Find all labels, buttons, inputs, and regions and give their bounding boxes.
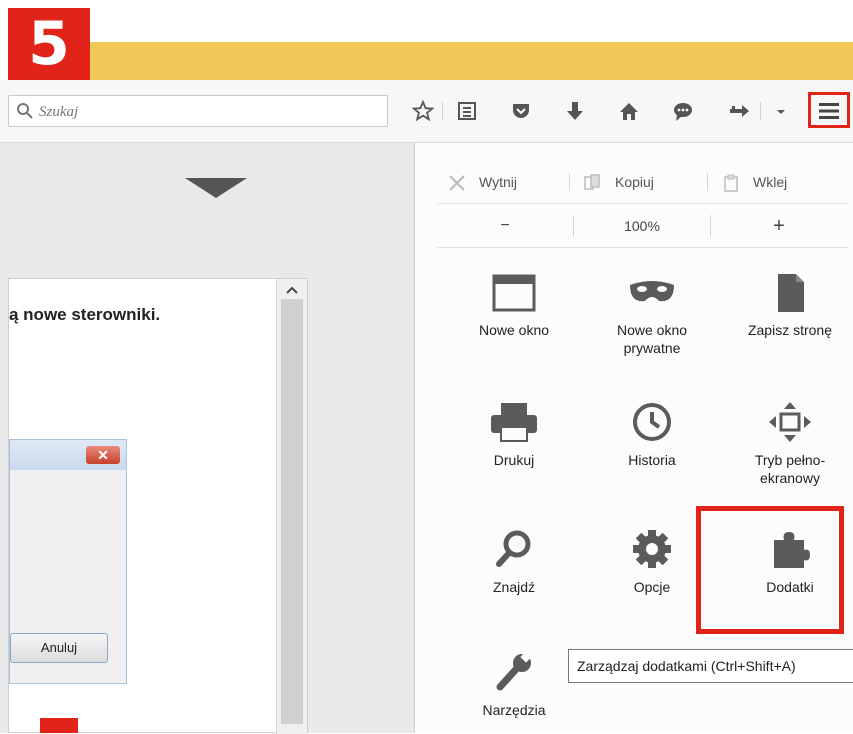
mask-icon	[630, 281, 674, 302]
cut-label: Wytnij	[479, 174, 517, 190]
tools-label: Narzędzia	[482, 702, 546, 718]
close-button[interactable]: ✕	[86, 446, 120, 464]
download-icon[interactable]	[564, 100, 586, 122]
open-menu-button[interactable]	[808, 92, 850, 128]
window-icon	[492, 274, 536, 312]
zoom-in-button[interactable]: +	[711, 209, 847, 243]
history-button[interactable]: Historia	[587, 401, 717, 469]
cut-button[interactable]: Wytnij	[447, 165, 517, 199]
find-button[interactable]: Znajdź	[449, 528, 579, 596]
step-number-badge: 5	[8, 8, 90, 80]
clock-icon	[633, 403, 671, 441]
addons-tooltip: Zarządzaj dodatkami (Ctrl+Shift+A)	[568, 649, 853, 683]
print-button[interactable]: Drukuj	[449, 401, 579, 469]
toolbar-separator	[760, 102, 761, 120]
clipboard-icon	[724, 174, 738, 193]
menu-divider	[437, 247, 849, 248]
wrench-icon	[496, 651, 532, 691]
paste-label: Wklej	[753, 174, 788, 190]
reading-list-icon[interactable]	[456, 100, 478, 122]
paste-button[interactable]: Wklej	[721, 165, 787, 199]
scrollbar-thumb[interactable]	[281, 299, 303, 724]
star-icon[interactable]	[412, 100, 434, 122]
magnifier-icon	[496, 530, 531, 567]
fullscreen-button[interactable]: Tryb pełno-ekranowy	[725, 401, 853, 487]
zoom-out-button[interactable]: −	[437, 209, 573, 243]
chat-icon[interactable]	[672, 100, 694, 122]
copy-icon	[584, 174, 600, 191]
extension-icon[interactable]	[728, 100, 750, 122]
addons-highlight-frame	[696, 506, 844, 634]
search-icon	[17, 103, 33, 119]
pocket-icon[interactable]	[510, 100, 532, 122]
edit-controls: Wytnij Kopiuj Wklej	[437, 165, 847, 199]
search-input[interactable]	[37, 99, 381, 125]
new-window-button[interactable]: Nowe okno	[449, 273, 579, 339]
hamburger-menu-icon	[819, 103, 839, 119]
zoom-reset-button[interactable]: 100%	[574, 209, 710, 243]
zoom-controls: − 100% +	[437, 209, 849, 243]
fullscreen-icon	[769, 402, 811, 442]
save-page-button[interactable]: Zapisz stronę	[725, 273, 853, 339]
search-box[interactable]	[8, 95, 388, 127]
edit-separator	[569, 173, 570, 191]
gear-icon	[633, 530, 671, 568]
home-icon[interactable]	[618, 100, 640, 122]
page-icon	[778, 274, 804, 312]
driver-dialog: ą nowe sterowniki. ✕ Anuluj	[8, 278, 308, 734]
find-label: Znajdź	[492, 579, 536, 595]
options-label: Opcje	[633, 579, 671, 595]
dropdown-arrow-icon[interactable]	[770, 100, 792, 122]
browser-toolbar	[0, 80, 853, 143]
history-label: Historia	[628, 452, 676, 468]
sub-dialog-window: ✕ Anuluj	[9, 439, 127, 684]
cancel-button[interactable]: Anuluj	[10, 633, 108, 663]
new-window-label: Nowe okno	[478, 322, 550, 338]
app-menu-panel: Wytnij Kopiuj Wklej − 100% + Nowe okno N…	[414, 143, 853, 733]
copy-label: Kopiuj	[615, 174, 654, 190]
edit-separator	[707, 173, 708, 191]
menu-divider	[437, 203, 849, 204]
dialog-scrollbar[interactable]	[276, 279, 307, 734]
tab-strip	[90, 42, 853, 80]
copy-button[interactable]: Kopiuj	[583, 165, 654, 199]
print-label: Drukuj	[493, 452, 535, 468]
sub-dialog-titlebar: ✕	[10, 440, 126, 470]
tools-button[interactable]: Narzędzia	[449, 651, 579, 719]
fullscreen-label: Tryb pełno-ekranowy	[754, 452, 826, 486]
scissors-icon	[449, 175, 465, 192]
taskbar-fragment	[40, 718, 78, 733]
save-page-label: Zapisz stronę	[747, 322, 833, 338]
printer-icon	[491, 403, 537, 442]
new-private-window-label: Nowe okno prywatne	[616, 322, 688, 356]
dialog-title: ą nowe sterowniki.	[9, 305, 161, 324]
page-decoration-shape	[185, 178, 247, 198]
scroll-up-icon[interactable]	[285, 285, 299, 295]
new-private-window-button[interactable]: Nowe okno prywatne	[587, 273, 717, 357]
toolbar-separator	[442, 102, 443, 120]
